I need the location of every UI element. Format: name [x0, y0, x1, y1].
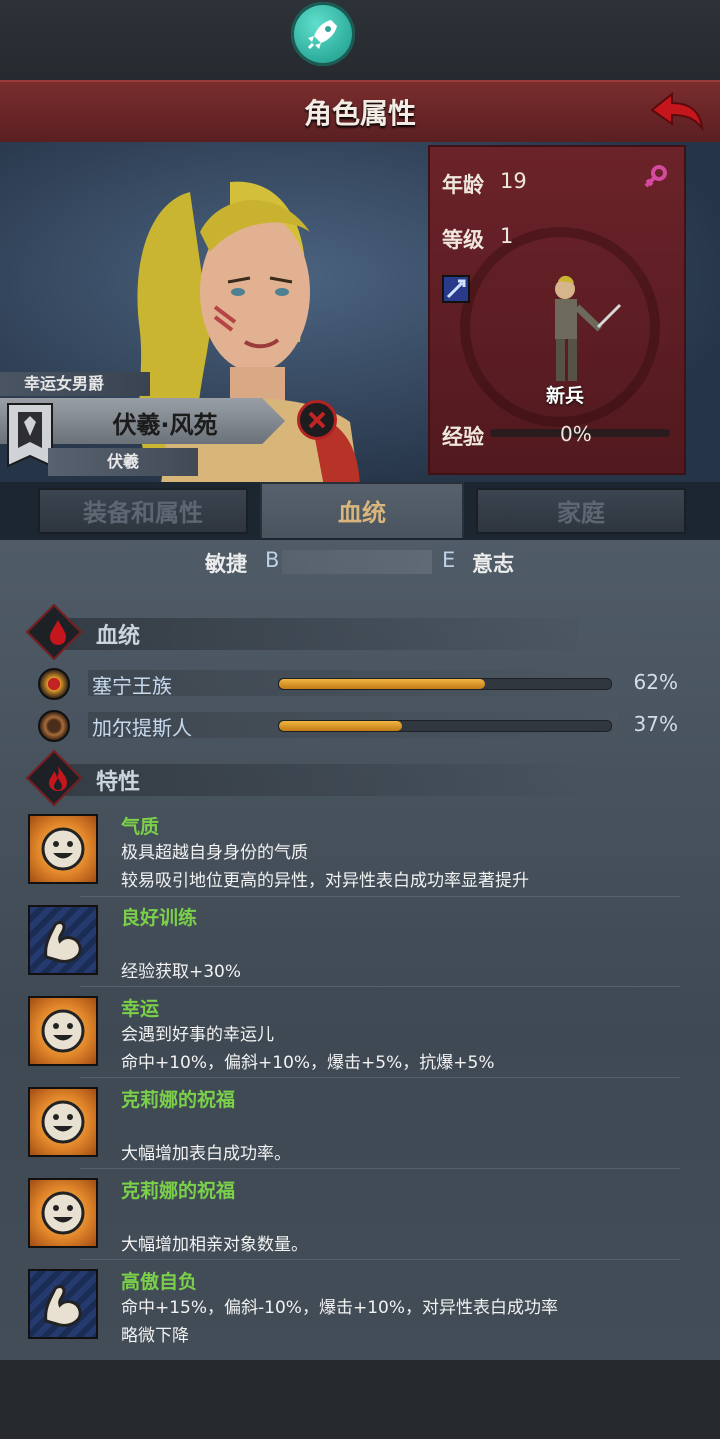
- trait-item[interactable]: 克莉娜的祝福 大幅增加表白成功率。: [28, 1085, 708, 1175]
- agility-label: 敏捷: [205, 552, 247, 576]
- trait-item[interactable]: 气质 极具超越自身身份的气质 较易吸引地位更高的异性，对异性表白成功率显著提升: [28, 812, 708, 902]
- blood-drop-icon: [50, 620, 66, 645]
- bloodline-percent: 37%: [633, 712, 678, 736]
- trait-description: 命中+15%，偏斜-10%，爆击+10%，对异性表白成功率: [121, 1298, 558, 1318]
- trait-description: 略微下降: [121, 1326, 189, 1346]
- trait-description: 较易吸引地位更高的异性，对异性表白成功率显著提升: [121, 871, 529, 891]
- back-arrow-icon[interactable]: [646, 88, 706, 134]
- bloodline-section-header: 血统: [25, 603, 628, 661]
- bloodline-bar: [278, 720, 612, 732]
- bloodline-section-title: 血统: [96, 624, 141, 649]
- title-bar: 角色属性: [0, 80, 720, 144]
- sun-crest-icon: [38, 668, 70, 700]
- trait-item[interactable]: 良好训练 经验获取+30%: [28, 903, 708, 993]
- trait-name: 气质: [121, 816, 160, 838]
- tab-family[interactable]: 家庭: [476, 488, 686, 534]
- rocket-button[interactable]: [291, 2, 355, 66]
- smile-icon: [28, 1087, 98, 1157]
- close-icon: [308, 411, 326, 429]
- tab-bar: 装备和属性 血统 家庭: [0, 482, 720, 540]
- top-strip: [0, 0, 720, 80]
- arm-icon: [28, 1269, 98, 1339]
- trait-item[interactable]: 幸运 会遇到好事的幸运儿 命中+10%，偏斜+10%，爆击+5%，抗爆+5%: [28, 994, 708, 1084]
- main-panel: 敏捷 B E 意志 血统 塞宁王族 62% 加尔提斯人 37% 特性 气质 极具…: [0, 540, 720, 1360]
- bloodline-percent: 62%: [633, 670, 678, 694]
- traits-section-title: 特性: [96, 770, 141, 795]
- age-label: 年龄: [442, 173, 484, 197]
- trait-name: 幸运: [121, 998, 160, 1020]
- tab-bloodline[interactable]: 血统: [260, 482, 464, 538]
- bloodline-row[interactable]: 塞宁王族 62%: [38, 666, 688, 702]
- trait-name: 良好训练: [121, 907, 198, 929]
- tab-equipment[interactable]: 装备和属性: [38, 488, 248, 534]
- close-button[interactable]: [297, 400, 337, 440]
- attribute-slider-track: [282, 550, 432, 574]
- smile-icon: [28, 1178, 98, 1248]
- level-value: 1: [500, 224, 514, 248]
- stat-panel: 年龄 19 等级 1 新兵 经验 0%: [428, 145, 686, 475]
- character-name: 伏羲·风苑: [112, 411, 218, 439]
- attribute-slider-row: 敏捷 B E 意志: [0, 540, 720, 584]
- trait-item[interactable]: 高傲自负 命中+15%，偏斜-10%，爆击+10%，对异性表白成功率 略微下降: [28, 1267, 708, 1357]
- bloodline-row[interactable]: 加尔提斯人 37%: [38, 708, 688, 744]
- trait-name: 克莉娜的祝福: [121, 1180, 236, 1202]
- trait-description: 极具超越自身身份的气质: [121, 843, 308, 863]
- sword-class-icon[interactable]: [442, 275, 470, 303]
- trait-description: 命中+10%，偏斜+10%，爆击+5%，抗爆+5%: [121, 1053, 495, 1073]
- bloodline-bar: [278, 678, 612, 690]
- level-label: 等级: [442, 228, 484, 252]
- trait-description: 大幅增加表白成功率。: [121, 1144, 291, 1164]
- bottom-strip: [0, 1360, 720, 1439]
- bloodline-name: 加尔提斯人: [92, 716, 192, 740]
- heraldry-banner-icon[interactable]: [6, 402, 54, 472]
- dynasty-label: 伏羲: [48, 448, 198, 476]
- beast-crest-icon: [38, 710, 70, 742]
- exp-value: 0%: [560, 422, 592, 446]
- trait-description: 经验获取+30%: [121, 962, 242, 982]
- will-grade: E: [442, 548, 456, 572]
- bloodline-name: 塞宁王族: [92, 674, 172, 698]
- trait-description: 会遇到好事的幸运儿: [121, 1025, 274, 1045]
- age-value: 19: [500, 169, 527, 193]
- traits-section-header: 特性: [25, 749, 628, 807]
- arm-icon: [28, 905, 98, 975]
- will-label: 意志: [472, 552, 514, 576]
- page-title: 角色属性: [303, 97, 416, 130]
- female-symbol-icon: [644, 165, 667, 188]
- trait-description: 大幅增加相亲对象数量。: [121, 1235, 308, 1255]
- smile-icon: [28, 996, 98, 1066]
- trait-name: 高傲自负: [121, 1271, 198, 1293]
- trait-item[interactable]: 克莉娜的祝福 大幅增加相亲对象数量。: [28, 1176, 708, 1266]
- trait-name: 克莉娜的祝福: [121, 1089, 236, 1111]
- exp-label: 经验: [442, 425, 484, 449]
- rank-label: 新兵: [545, 385, 584, 407]
- rocket-icon: [307, 20, 337, 50]
- flame-icon: [49, 765, 67, 791]
- agility-grade: B: [265, 548, 280, 572]
- smile-icon: [28, 814, 98, 884]
- character-title-badge: 幸运女男爵: [0, 372, 150, 396]
